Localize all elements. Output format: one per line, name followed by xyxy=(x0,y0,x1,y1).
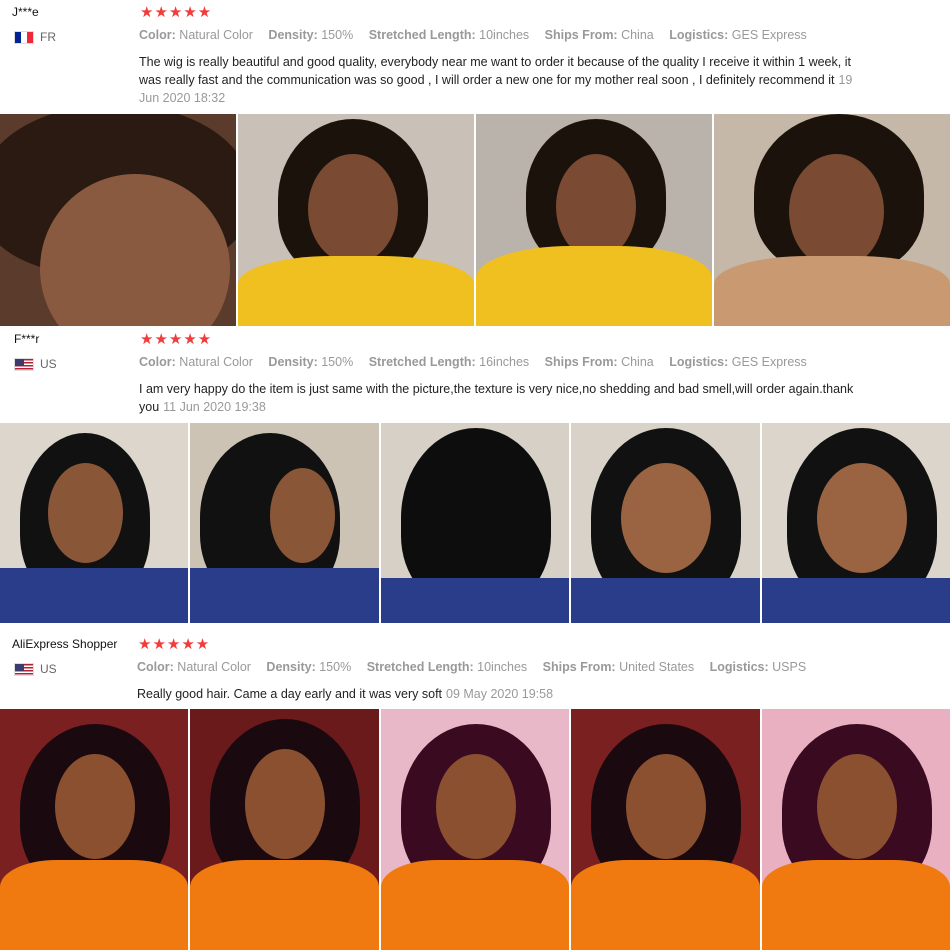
review-photo[interactable] xyxy=(0,709,189,950)
review-date: 09 May 2020 19:58 xyxy=(446,687,554,701)
attr-value: China xyxy=(621,28,654,42)
comment-text: Really good hair. Came a day early and i… xyxy=(137,687,443,701)
attr-value: United States xyxy=(619,660,695,674)
review-comment: Really good hair. Came a day early and i… xyxy=(137,685,897,703)
reviewer-name: AliExpress Shopper xyxy=(12,637,118,651)
review-comment: I am very happy do the item is just same… xyxy=(139,380,869,416)
country-code: FR xyxy=(40,30,56,44)
attr-key: Logistics: xyxy=(669,355,729,369)
attr-key: Density: xyxy=(266,660,316,674)
attr-key: Ships From: xyxy=(542,660,616,674)
review-photo[interactable] xyxy=(571,423,760,623)
attr-value: 10inches xyxy=(479,28,530,42)
review-photos xyxy=(0,114,950,326)
sku-attributes: Color: Natural Color Density: 150% Stret… xyxy=(137,660,818,674)
attr-key: Ships From: xyxy=(544,355,618,369)
attr-value: Natural Color xyxy=(179,28,253,42)
review-photos xyxy=(0,709,950,950)
star-rating: ★★★★★ xyxy=(138,636,211,653)
attr-value: 150% xyxy=(321,355,354,369)
review-photo[interactable] xyxy=(476,114,712,326)
attr-key: Stretched Length: xyxy=(368,355,476,369)
attr-value: 10inches xyxy=(477,660,528,674)
attr-key: Color: xyxy=(139,28,176,42)
sku-attributes: Color: Natural Color Density: 150% Stret… xyxy=(139,355,819,369)
attr-value: Natural Color xyxy=(179,355,253,369)
attr-key: Logistics: xyxy=(669,28,729,42)
comment-text: The wig is really beautiful and good qua… xyxy=(139,55,851,87)
star-rating: ★★★★★ xyxy=(140,331,213,348)
review-photo[interactable] xyxy=(571,709,760,950)
review-photo[interactable] xyxy=(190,423,379,623)
reviewer-name: F***r xyxy=(14,332,40,346)
review-photo[interactable] xyxy=(380,423,570,623)
review-date: 11 Jun 2020 19:38 xyxy=(163,400,266,414)
attr-key: Color: xyxy=(139,355,176,369)
attr-value: Natural Color xyxy=(177,660,251,674)
review-photo[interactable] xyxy=(238,114,474,326)
star-rating: ★★★★★ xyxy=(140,4,213,21)
attr-key: Density: xyxy=(268,28,318,42)
attr-key: Stretched Length: xyxy=(368,28,476,42)
review-comment: The wig is really beautiful and good qua… xyxy=(139,53,869,107)
review-photo[interactable] xyxy=(190,709,379,950)
reviewer-country: US xyxy=(14,357,57,371)
attr-value: USPS xyxy=(772,660,807,674)
attr-key: Stretched Length: xyxy=(366,660,474,674)
attr-value: China xyxy=(621,355,654,369)
attr-key: Ships From: xyxy=(544,28,618,42)
attr-value: 150% xyxy=(321,28,354,42)
review-photo[interactable] xyxy=(0,423,189,623)
country-code: US xyxy=(40,357,57,371)
us-flag-icon xyxy=(14,357,34,371)
reviewer-name: J***e xyxy=(12,5,39,19)
attr-value: GES Express xyxy=(731,28,807,42)
review-photo[interactable] xyxy=(761,709,950,950)
review-photos xyxy=(0,423,950,623)
attr-key: Density: xyxy=(268,355,318,369)
review-photo[interactable] xyxy=(714,114,950,326)
attr-value: GES Express xyxy=(731,355,807,369)
attr-key: Logistics: xyxy=(709,660,769,674)
sku-attributes: Color: Natural Color Density: 150% Stret… xyxy=(139,28,819,42)
reviewer-country: FR xyxy=(14,30,56,44)
review-photo[interactable] xyxy=(0,114,236,326)
attr-key: Color: xyxy=(137,660,174,674)
review-photo[interactable] xyxy=(380,709,570,950)
review-photo[interactable] xyxy=(761,423,950,623)
country-code: US xyxy=(40,662,57,676)
france-flag-icon xyxy=(14,30,34,44)
us-flag-icon xyxy=(14,662,34,676)
attr-value: 16inches xyxy=(479,355,530,369)
attr-value: 150% xyxy=(319,660,352,674)
reviewer-country: US xyxy=(14,662,57,676)
